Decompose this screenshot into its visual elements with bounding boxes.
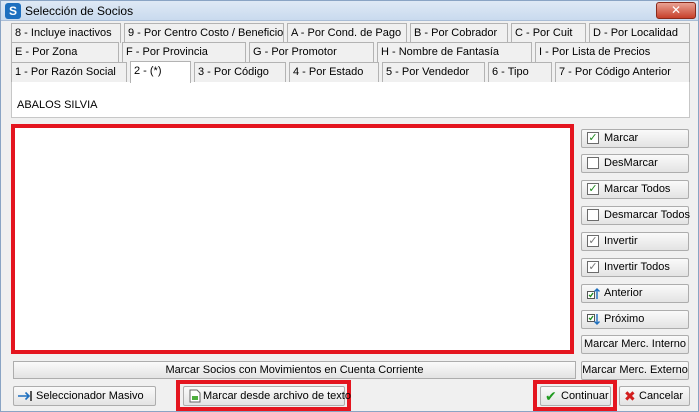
tab-cond-pago[interactable]: A - Por Cond. de Pago (287, 23, 407, 43)
tab-cuit[interactable]: C - Por Cuit (511, 23, 586, 43)
invertir-button[interactable]: ✓ Invertir (581, 232, 689, 251)
marcar-button[interactable]: ✓ Marcar (581, 129, 689, 148)
tab-lista-precios[interactable]: I - Por Lista de Precios (535, 42, 690, 62)
tab-promotor[interactable]: G - Por Promotor (249, 42, 374, 62)
tab-codigo-anterior[interactable]: 7 - Por Código Anterior (555, 62, 690, 82)
selected-value: ABALOS SILVIA (17, 99, 98, 111)
tab-cobrador[interactable]: B - Por Cobrador (410, 23, 508, 43)
tab-estado[interactable]: 4 - Por Estado (289, 62, 379, 82)
tab-centro-costo[interactable]: 9 - Por Centro Costo / Beneficio (124, 23, 284, 43)
tab-zona[interactable]: E - Por Zona (11, 42, 119, 62)
checkbox-multi-empty-icon (587, 209, 599, 221)
marcar-movimientos-button[interactable]: Marcar Socios con Movimientos en Cuenta … (13, 361, 576, 379)
app-icon: S (5, 3, 21, 19)
tab-content-panel: ABALOS SILVIA (11, 82, 690, 118)
marcar-archivo-button[interactable]: Marcar desde archivo de texto (183, 386, 351, 406)
selection-window: S Selección de Socios ✕ 8 - Incluye inac… (0, 0, 699, 412)
tab-localidad[interactable]: D - Por Localidad (589, 23, 690, 43)
titlebar: S Selección de Socios ✕ (1, 1, 698, 21)
cancelar-button[interactable]: ✖ Cancelar (619, 386, 690, 406)
tab-incluye-inactivos[interactable]: 8 - Incluye inactivos (11, 23, 121, 43)
marcar-merc-externo-button[interactable]: Marcar Merc. Externo (581, 361, 689, 380)
invertir-todos-button[interactable]: ✓ Invertir Todos (581, 258, 689, 277)
tab-provincia[interactable]: F - Por Provincia (122, 42, 246, 62)
checkbox-empty-icon (587, 157, 599, 169)
tab-asterisk[interactable]: 2 - (*) (130, 61, 191, 83)
socios-list[interactable] (11, 124, 574, 354)
tab-razon-social[interactable]: 1 - Por Razón Social (11, 62, 127, 82)
marcar-todos-button[interactable]: ✓ Marcar Todos (581, 180, 689, 199)
tab-vendedor[interactable]: 5 - Por Vendedor (382, 62, 485, 82)
tab-codigo[interactable]: 3 - Por Código (194, 62, 286, 82)
window-title: Selección de Socios (25, 4, 134, 18)
arrow-down-icon (587, 314, 600, 325)
file-icon (189, 389, 201, 403)
desmarcar-todos-button[interactable]: Desmarcar Todos (581, 206, 690, 225)
arrow-up-icon (587, 288, 600, 299)
desmarcar-button[interactable]: DesMarcar (581, 154, 689, 173)
checkmark-icon: ✔ (545, 388, 557, 404)
proximo-button[interactable]: Próximo (581, 310, 689, 329)
marcar-merc-interno-button[interactable]: Marcar Merc. Interno (581, 335, 689, 354)
checkbox-multi-checked-icon: ✓ (587, 183, 599, 195)
arrow-right-icon (18, 391, 32, 401)
anterior-button[interactable]: Anterior (581, 284, 689, 303)
checkbox-invert-icon: ✓ (587, 235, 599, 247)
seleccionador-masivo-button[interactable]: Seleccionador Masivo (13, 386, 156, 406)
close-icon: ✕ (670, 3, 682, 17)
tab-tipo[interactable]: 6 - Tipo (488, 62, 552, 82)
checkbox-invert-all-icon: ✓ (587, 261, 599, 273)
tab-nombre-fantasia[interactable]: H - Nombre de Fantasía (377, 42, 532, 62)
continuar-button[interactable]: ✔ Continuar (540, 386, 611, 406)
close-button[interactable]: ✕ (656, 2, 696, 19)
cross-icon: ✖ (624, 388, 636, 404)
checkbox-checked-icon: ✓ (587, 132, 599, 144)
